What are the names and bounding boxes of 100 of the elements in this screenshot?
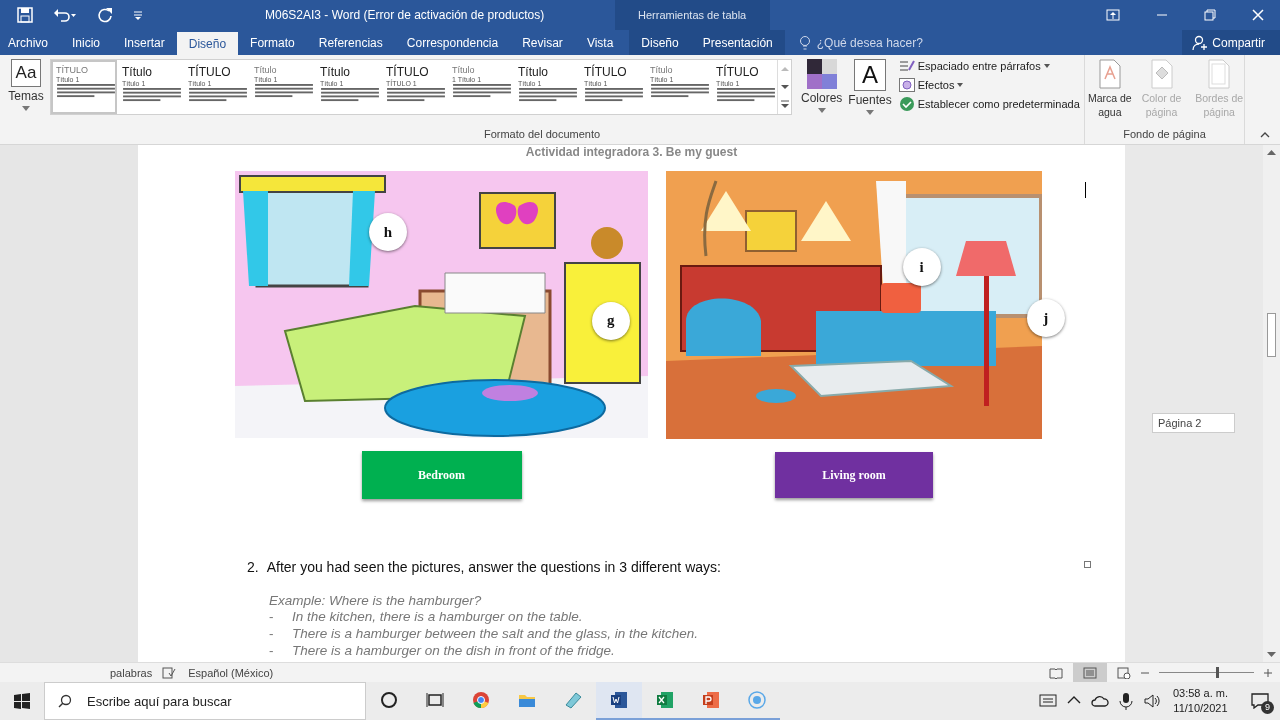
ribbon-tab[interactable]: Correspondencia (394, 30, 511, 55)
text-lines-drawing (518, 88, 577, 102)
proofing-icon[interactable] (162, 666, 177, 679)
chrome-icon (472, 691, 490, 709)
dropdown-icon (22, 106, 30, 111)
vertical-scrollbar[interactable] (1263, 145, 1280, 662)
context-tab-group: Herramientas de tabla (615, 0, 770, 30)
task-view-icon (426, 691, 444, 709)
message-icon (1251, 693, 1269, 709)
style-title: Título (122, 65, 152, 79)
taskbar-search-field[interactable]: Escribe aquí para buscar (44, 682, 366, 720)
text-lines-drawing (650, 84, 709, 98)
style-title: Título (254, 65, 277, 75)
zoom-in-icon[interactable] (1264, 668, 1272, 677)
ribbon-button[interactable]: Marca de agua (1085, 59, 1135, 119)
dropdown-icon (866, 110, 875, 115)
word-taskbar-button[interactable] (596, 682, 642, 720)
style-title: TÍTULO (56, 65, 88, 75)
style-title: Título (452, 65, 475, 75)
fonts-icon: A (854, 59, 887, 91)
read-mode-icon[interactable] (1049, 666, 1063, 679)
text-lines-drawing (584, 88, 643, 102)
excel-icon (656, 691, 674, 709)
scroll-thumb[interactable] (1267, 313, 1276, 357)
language-indicator[interactable]: Español (México) (188, 666, 274, 679)
paragraph-spacing-icon (898, 59, 915, 73)
color-palette-icon (806, 59, 837, 89)
ribbon-tab[interactable]: Insertar (112, 30, 177, 55)
share-button[interactable]: Compartir (1182, 30, 1280, 55)
ribbon-command[interactable]: Efectos (898, 78, 1080, 92)
tell-me-field[interactable]: ¿Qué desea hacer? (814, 34, 1015, 51)
customize-icon[interactable] (133, 10, 143, 20)
ribbon-tab[interactable]: Referencias (306, 30, 395, 55)
ribbon-tab[interactable]: Archivo (0, 30, 60, 55)
keyboard-icon[interactable] (1038, 692, 1057, 710)
word-count[interactable]: palabras (110, 666, 153, 679)
ribbon-tab[interactable]: Inicio (60, 30, 113, 55)
text-lines-drawing (56, 84, 115, 98)
answer-text: There is a hamburger between the salt and the glass, in the kitchen. (292, 625, 698, 642)
clock-date[interactable]: 11/10/2021 (1173, 701, 1228, 716)
powerpoint-icon (702, 691, 720, 709)
scroll-up-icon[interactable] (1267, 149, 1276, 155)
group-label: Fondo de página (1123, 128, 1206, 142)
document-heading: Actividad integradora 3. Be my guest (524, 145, 739, 159)
table-resize-handle[interactable] (1084, 561, 1091, 568)
undo-icon[interactable] (53, 7, 77, 23)
style-title: TÍTULO (188, 65, 231, 79)
window-title: M06S2AI3 - Word (Error de activación de productos) (265, 8, 546, 22)
ribbon-tab[interactable]: Vista (574, 30, 626, 55)
microphone-icon[interactable] (1116, 692, 1135, 710)
notification-count: 9 (1261, 701, 1274, 714)
notifications-button[interactable]: 9 (1240, 682, 1280, 720)
themes-button[interactable]: Aa Temas (6, 59, 46, 111)
ribbon-tab[interactable]: Presentación (690, 30, 785, 55)
dropdown-icon (817, 108, 826, 113)
redo-icon[interactable] (97, 7, 113, 23)
person-add-icon (1192, 34, 1209, 51)
ribbon-command[interactable]: Establecer como predeterminada (898, 97, 1080, 111)
ribbon-tab[interactable]: Formato (238, 30, 307, 55)
style-title: Título (650, 65, 673, 75)
page-layout-icon (1083, 666, 1097, 679)
question-text: After you had seen the pictures, answer the questions in 3 different ways: (266, 559, 721, 575)
ribbon-command[interactable]: Espaciado entre párrafos (898, 59, 1080, 73)
print-layout-button[interactable] (1073, 662, 1107, 683)
display-options-icon[interactable] (1106, 9, 1120, 21)
bullet-mark: - (269, 625, 275, 642)
text-cursor (1085, 182, 1086, 198)
ribbon-tab[interactable]: Revisar (510, 30, 575, 55)
page-tooltip: Página 2 (1152, 413, 1235, 433)
slider-thumb[interactable] (1216, 667, 1219, 678)
group-label: Formato del documento (483, 128, 601, 142)
text-lines-drawing (386, 88, 445, 102)
room-label-box: Living room (775, 452, 933, 498)
web-layout-icon[interactable] (1117, 666, 1131, 679)
windows-start-icon[interactable] (14, 693, 30, 709)
style-title: Título (518, 65, 548, 79)
ribbon-tab[interactable]: Diseño (629, 30, 691, 55)
scroll-down-icon[interactable] (1267, 652, 1276, 658)
restore-icon[interactable] (1204, 9, 1216, 21)
clock-time[interactable]: 03:58 a. m. (1172, 686, 1228, 701)
bullet-mark: - (269, 608, 275, 625)
word-icon (610, 691, 628, 709)
colors-button[interactable]: Colores (798, 59, 846, 113)
recorder-icon (748, 691, 766, 709)
page-color-icon (1149, 59, 1174, 89)
speaker-icon[interactable] (1142, 692, 1161, 710)
fonts-button[interactable]: A Fuentes (845, 59, 895, 115)
collapse-ribbon-icon[interactable] (1260, 132, 1270, 138)
room-label-box: Bedroom (361, 451, 522, 499)
style-title: Título (320, 65, 350, 79)
text-lines-drawing (452, 84, 511, 98)
style-title: TÍTULO (716, 65, 759, 79)
bullet-mark: - (269, 642, 275, 659)
text-lines-drawing (188, 88, 247, 102)
cortana-icon (380, 691, 398, 709)
close-icon[interactable] (1252, 9, 1264, 21)
style-title: TÍTULO (584, 65, 627, 79)
ribbon-tab[interactable]: Diseño (176, 32, 239, 55)
search-icon (58, 694, 72, 708)
save-icon[interactable] (17, 7, 33, 23)
